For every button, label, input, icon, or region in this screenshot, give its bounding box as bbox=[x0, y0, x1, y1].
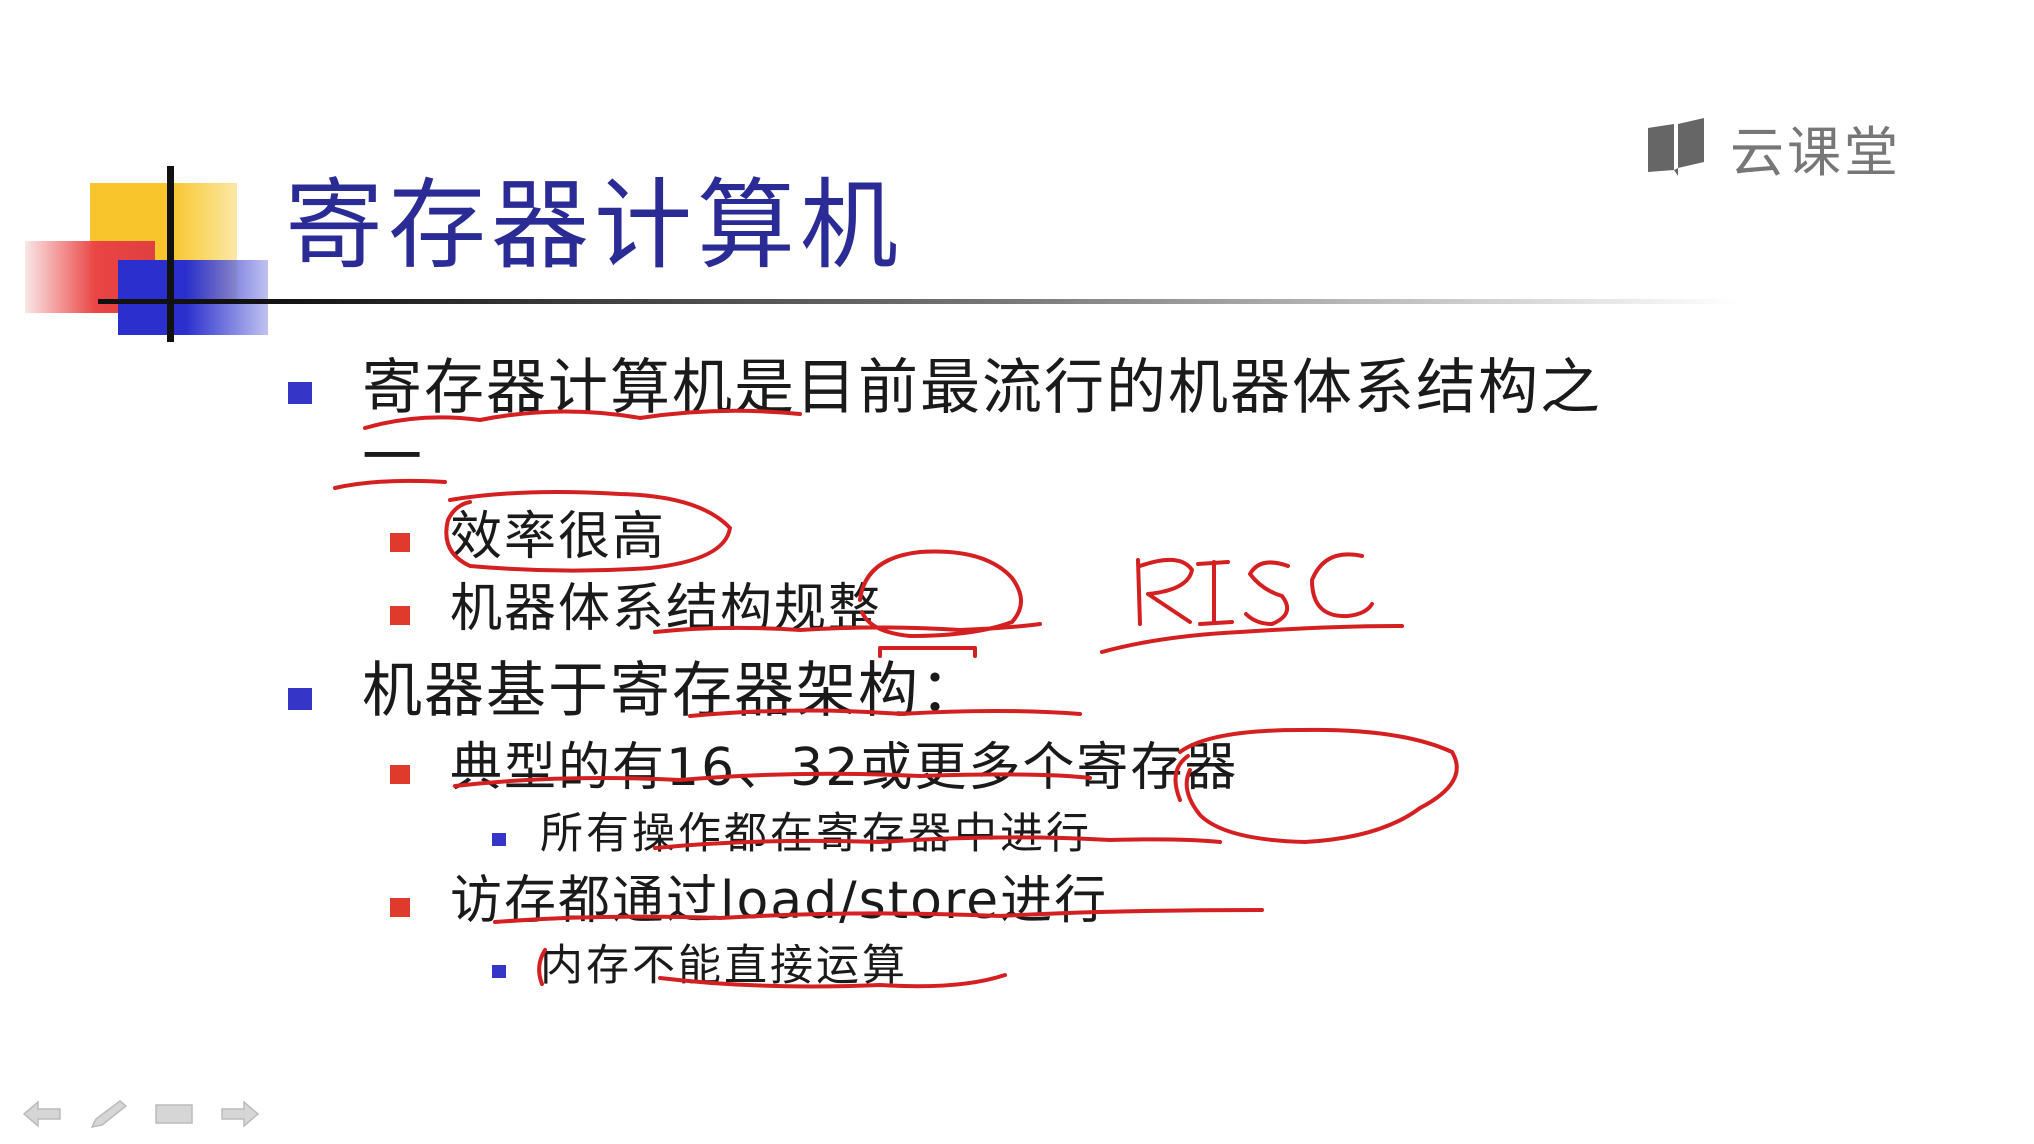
arrow-left-icon[interactable] bbox=[20, 1097, 64, 1131]
underline-risc bbox=[1100, 624, 1404, 654]
pen-icon[interactable] bbox=[86, 1097, 130, 1131]
bullet-text: 效率很高 bbox=[450, 507, 667, 567]
arrow-right-icon[interactable] bbox=[218, 1097, 262, 1131]
bullet-marker bbox=[288, 382, 312, 404]
logo-blue-square bbox=[118, 260, 268, 335]
logo-vertical-line bbox=[167, 166, 174, 342]
bullet-marker bbox=[390, 765, 410, 784]
bullet-marker bbox=[390, 533, 410, 552]
brand-watermark: 云课堂 bbox=[1644, 112, 1901, 184]
bullet-text-continued: 一 bbox=[362, 423, 424, 493]
book-icon bbox=[1648, 118, 1704, 176]
bullet-text: 典型的有16、32或更多个寄存器 bbox=[450, 738, 1239, 798]
bullet-marker bbox=[390, 898, 410, 917]
bullet-marker bbox=[492, 833, 506, 846]
circle-regular bbox=[858, 549, 1023, 638]
bullet-text: 内存不能直接运算 bbox=[540, 941, 908, 991]
bullet-text: 访存都通过load/store进行 bbox=[450, 871, 1109, 931]
risc-i bbox=[1196, 560, 1234, 626]
brand-name: 云课堂 bbox=[1730, 120, 1901, 184]
bullet-text: 机器基于寄存器架构： bbox=[362, 656, 982, 726]
slide: 寄存器计算机 云课堂 寄存器计算机是目前最流行的机器体系结构之 一 效率很高 机… bbox=[0, 0, 2034, 1144]
slide-menu-icon[interactable] bbox=[152, 1097, 196, 1131]
bullet-text: 所有操作都在寄存器中进行 bbox=[540, 809, 1092, 859]
risc-r bbox=[1136, 558, 1194, 626]
slide-title: 寄存器计算机 bbox=[285, 169, 904, 283]
bullet-marker bbox=[288, 688, 312, 710]
risc-s bbox=[1244, 560, 1290, 626]
bullet-text: 机器体系结构规整 bbox=[450, 579, 883, 639]
bullet-marker bbox=[390, 606, 410, 625]
title-underline bbox=[98, 299, 1738, 304]
bullet-text: 寄存器计算机是目前最流行的机器体系结构之 bbox=[362, 353, 1602, 423]
risc-c bbox=[1310, 552, 1374, 619]
bullet-marker bbox=[492, 965, 506, 978]
